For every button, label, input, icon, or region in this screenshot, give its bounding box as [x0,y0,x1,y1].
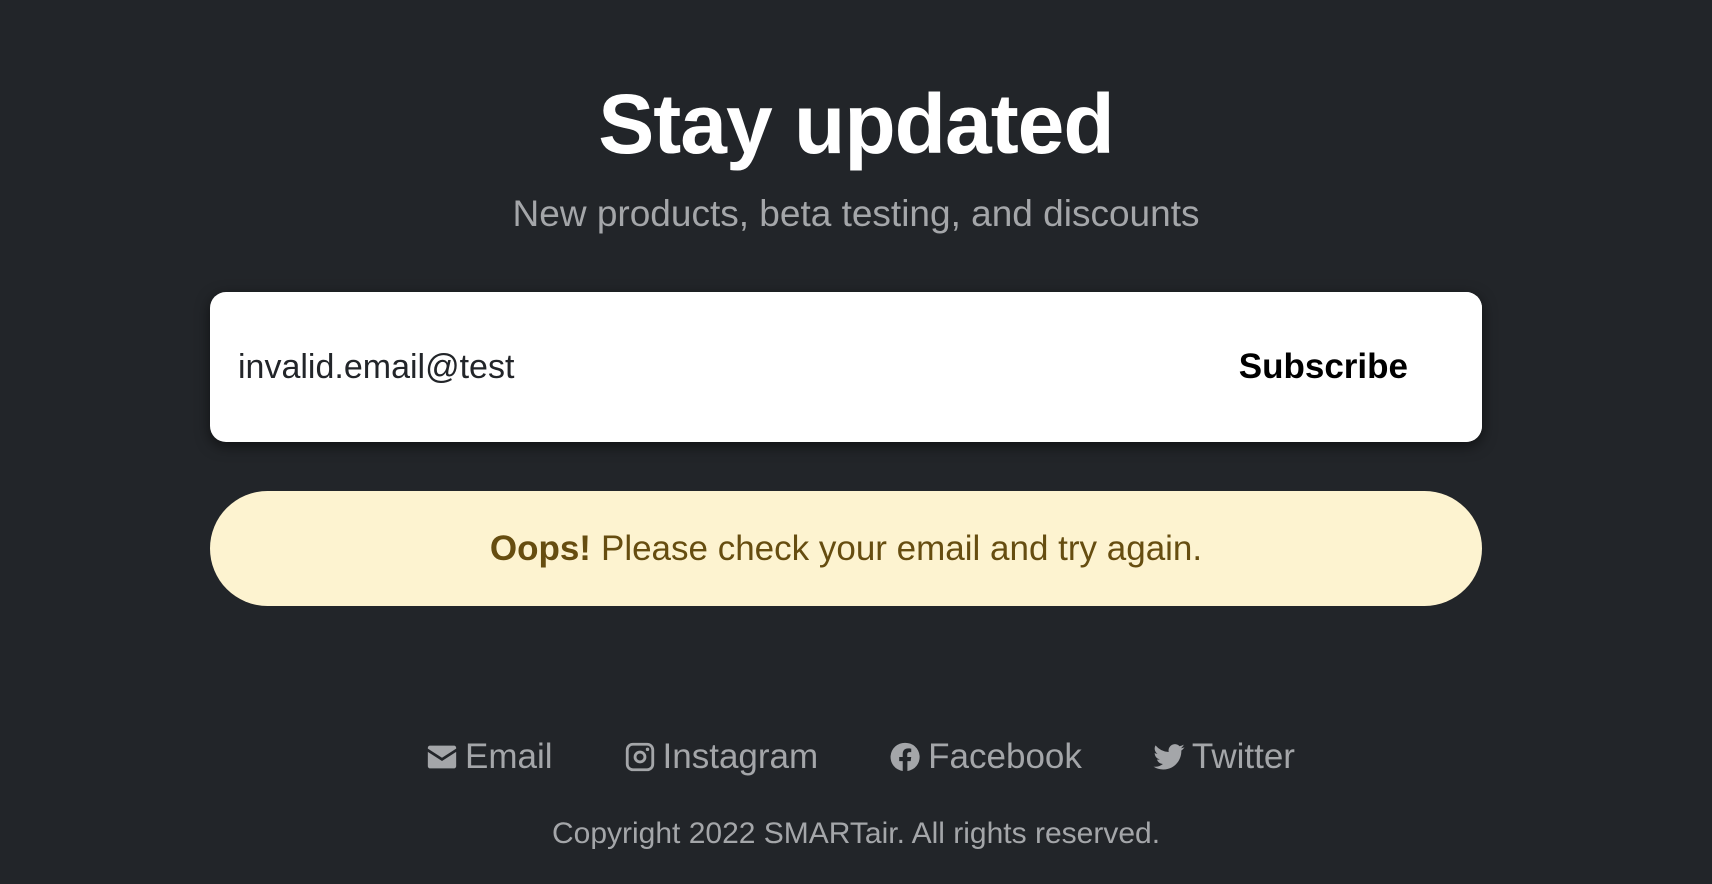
copyright-text: Copyright 2022 SMARTair. All rights rese… [551,817,1161,850]
social-link-twitter[interactable]: Twitter [1152,737,1295,777]
social-link-instagram[interactable]: Instagram [623,737,819,777]
email-field[interactable] [238,332,1138,402]
subscribe-button[interactable]: Subscribe [1182,292,1482,442]
alert-strong-text: Oops! [489,528,591,568]
subscribe-form: Subscribe [210,292,1482,442]
instagram-icon [625,742,654,772]
envelope-icon [427,745,457,769]
alert-message: Please check your email and try again. [600,528,1203,568]
social-link-label: Facebook [928,737,1082,776]
twitter-icon [1153,744,1185,770]
social-link-facebook[interactable]: Facebook [888,737,1082,777]
page-title: Stay updated [598,77,1114,171]
facebook-icon [890,742,920,772]
newsletter-section: Stay updated New products, beta testing,… [0,0,1712,884]
social-link-label: Instagram [662,737,819,776]
social-link-label: Twitter [1191,737,1295,776]
social-link-label: Email [465,737,553,776]
page-subtitle: New products, beta testing, and discount… [512,193,1200,234]
error-alert: Oops! Please check your email and try ag… [210,491,1482,606]
social-link-email[interactable]: Email [425,737,553,777]
social-links: Email Instagram Facebook Twitter [0,733,1712,781]
